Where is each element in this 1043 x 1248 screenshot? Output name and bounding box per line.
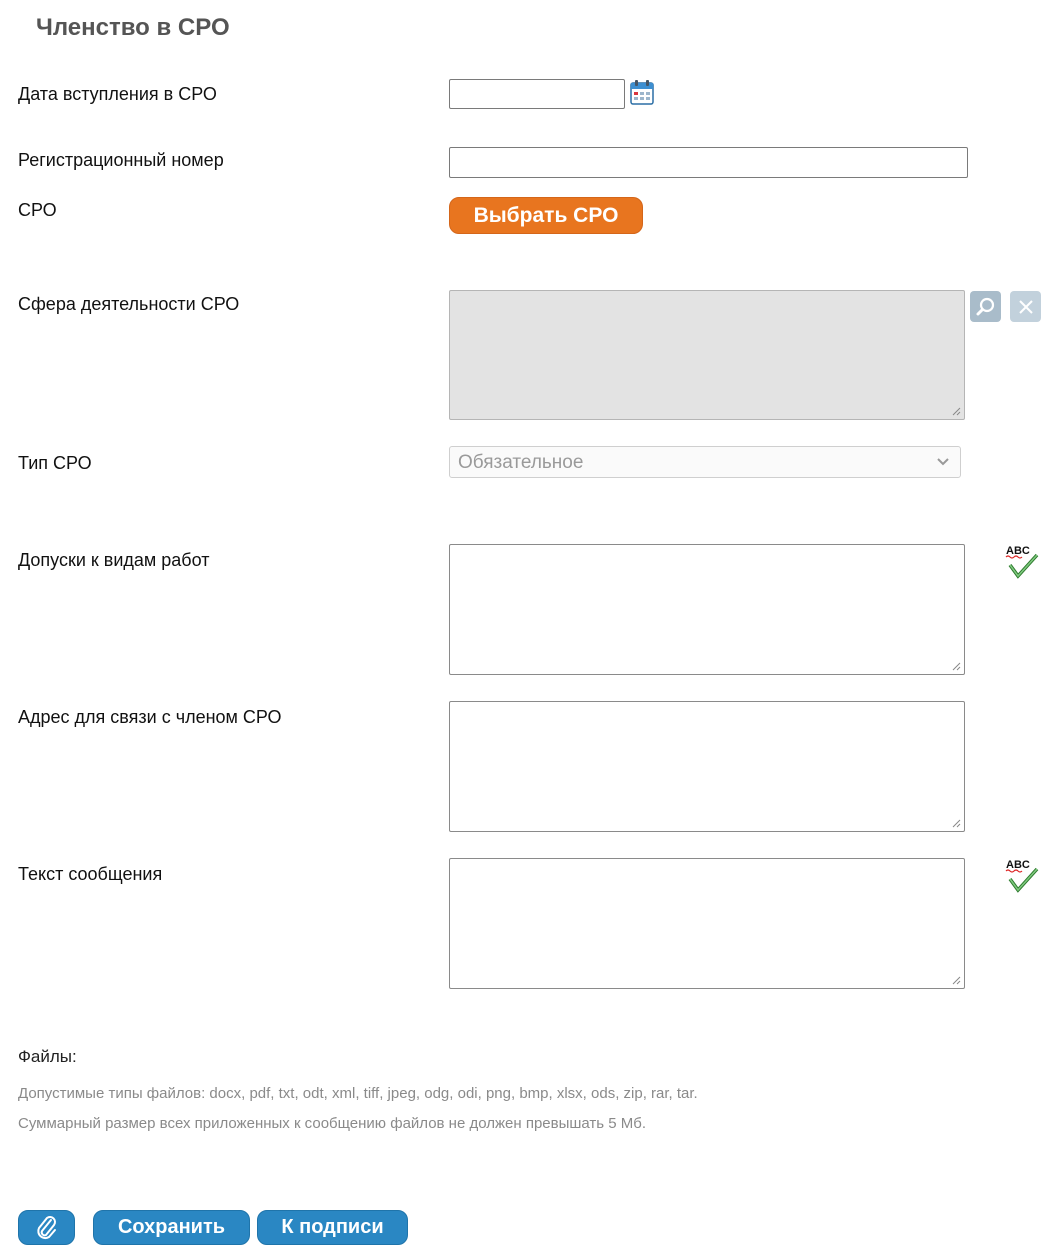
resize-grip-icon <box>952 662 961 671</box>
message-textarea[interactable] <box>449 858 965 989</box>
resize-grip-icon <box>952 819 961 828</box>
reg-number-input[interactable] <box>449 147 968 178</box>
chevron-down-icon <box>937 458 949 466</box>
paperclip-icon <box>36 1215 56 1239</box>
clear-activity-button[interactable] <box>1010 291 1041 322</box>
to-sign-button[interactable]: К подписи <box>257 1210 408 1245</box>
reg-number-label: Регистрационный номер <box>18 150 224 170</box>
sro-type-value: Обязательное <box>458 452 584 473</box>
resize-grip-icon <box>952 407 961 416</box>
sro-type-label: Тип СРО <box>18 453 92 473</box>
allowed-types-hint: Допустимые типы файлов: docx, pdf, txt, … <box>18 1085 698 1102</box>
size-limit-hint: Суммарный размер всех приложенных к сооб… <box>18 1115 647 1132</box>
files-label: Файлы: <box>18 1047 77 1066</box>
sro-label: СРО <box>18 200 57 220</box>
spellcheck-icon[interactable]: ABC <box>1004 543 1040 583</box>
save-button[interactable]: Сохранить <box>93 1210 250 1245</box>
calendar-icon[interactable] <box>628 79 656 107</box>
spellcheck-label: ABC <box>1006 859 1030 871</box>
address-label: Адрес для связи с членом СРО <box>18 707 282 727</box>
section-title: Членство в СРО <box>36 14 230 41</box>
join-date-input[interactable] <box>449 79 625 109</box>
activity-textarea <box>449 290 965 420</box>
join-date-label: Дата вступления в СРО <box>18 84 217 104</box>
message-label: Текст сообщения <box>18 864 163 884</box>
spellcheck-icon[interactable]: ABC <box>1004 857 1040 897</box>
attach-button[interactable] <box>18 1210 75 1245</box>
magnifier-icon <box>976 297 994 315</box>
resize-grip-icon <box>952 976 961 985</box>
close-icon <box>1018 299 1033 314</box>
activity-label: Сфера деятельности СРО <box>18 294 240 314</box>
select-sro-button[interactable]: Выбрать СРО <box>449 197 643 234</box>
sro-type-select[interactable]: Обязательное <box>449 446 961 478</box>
permits-label: Допуски к видам работ <box>18 550 210 570</box>
search-activity-button[interactable] <box>970 291 1001 322</box>
permits-textarea[interactable] <box>449 544 965 675</box>
spellcheck-label: ABC <box>1006 545 1030 557</box>
address-textarea[interactable] <box>449 701 965 832</box>
